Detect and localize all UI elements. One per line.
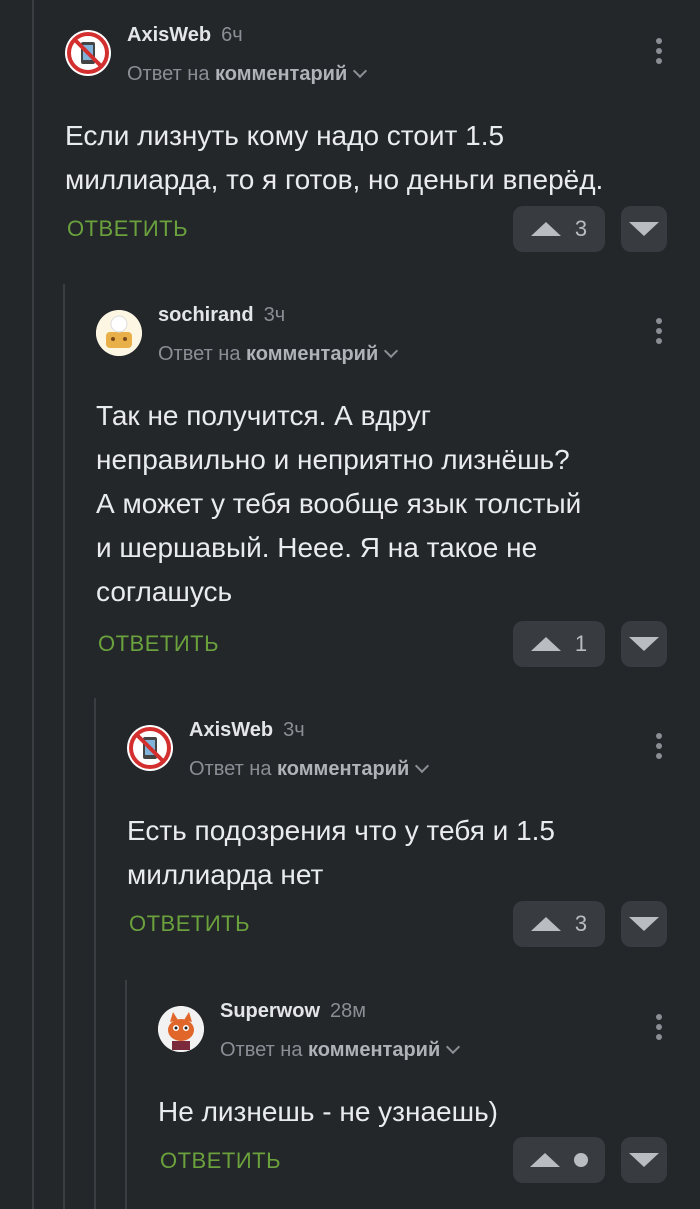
comment-time: 6ч <box>221 24 243 46</box>
reply-to-link[interactable]: Ответ на комментарий <box>158 343 399 366</box>
thread-line-level-0 <box>32 0 34 1209</box>
reply-to-link[interactable]: Ответ на комментарий <box>189 758 430 781</box>
chevron-down-icon <box>415 758 430 774</box>
reply-button[interactable]: ОТВЕТИТЬ <box>98 631 219 657</box>
arrow-up-icon <box>530 222 561 236</box>
thread-line-level-1 <box>63 284 65 1209</box>
comment-time: 3ч <box>283 719 305 741</box>
vote-score: 3 <box>574 911 588 936</box>
thread-line-level-2 <box>94 698 96 1209</box>
arrow-up-icon <box>530 917 561 931</box>
comment-time: 3ч <box>263 304 286 326</box>
username[interactable]: AxisWeb 6ч <box>127 24 243 47</box>
reply-button[interactable]: ОТВЕТИТЬ <box>67 216 188 242</box>
fox-avatar-icon[interactable] <box>158 1006 204 1052</box>
chevron-down-icon <box>384 343 399 359</box>
comment-time: 28м <box>330 1000 367 1022</box>
comment-text: Если лизнуть кому надо стоит 1.5 миллиар… <box>65 120 604 195</box>
chevron-down-icon <box>446 1039 461 1055</box>
arrow-down-icon <box>629 917 659 931</box>
reply-to-link[interactable]: Ответ на комментарий <box>127 63 368 86</box>
upvote-button[interactable]: 3 <box>513 901 605 947</box>
downvote-button[interactable] <box>621 901 667 947</box>
downvote-button[interactable] <box>621 206 667 252</box>
vote-score-hidden-dot <box>574 1153 588 1167</box>
no-phone-avatar-icon[interactable] <box>65 30 111 76</box>
upvote-button[interactable]: 1 <box>513 621 605 667</box>
reply-to-link[interactable]: Ответ на комментарий <box>220 1039 461 1062</box>
arrow-down-icon <box>629 1153 659 1167</box>
username[interactable]: sochirand 3ч <box>158 304 285 327</box>
chef-cookie-avatar-icon[interactable] <box>96 310 142 356</box>
downvote-button[interactable] <box>621 621 667 667</box>
comment-text: Не лизнешь - не узнаешь) <box>158 1096 498 1127</box>
comment-text: Есть подозрения что у тебя и 1.5 миллиар… <box>127 815 555 890</box>
thread-line-level-3 <box>125 980 127 1209</box>
more-menu-icon[interactable] <box>656 38 662 68</box>
arrow-up-icon <box>530 1153 560 1167</box>
upvote-button[interactable]: 3 <box>513 206 605 252</box>
vote-score: 3 <box>574 216 588 241</box>
reply-button[interactable]: ОТВЕТИТЬ <box>129 911 250 937</box>
comment-text: Так не получится. А вдруг неправильно и … <box>96 400 582 607</box>
downvote-button[interactable] <box>621 1137 667 1183</box>
upvote-button[interactable] <box>513 1137 605 1183</box>
username[interactable]: Superwow 28м <box>220 1000 366 1023</box>
no-phone-avatar-icon[interactable] <box>127 725 173 771</box>
vote-score: 1 <box>574 631 588 656</box>
arrow-up-icon <box>530 637 561 651</box>
chevron-down-icon <box>353 63 368 79</box>
more-menu-icon[interactable] <box>656 1014 662 1044</box>
more-menu-icon[interactable] <box>656 318 662 348</box>
arrow-down-icon <box>629 222 659 236</box>
reply-button[interactable]: ОТВЕТИТЬ <box>160 1148 281 1174</box>
more-menu-icon[interactable] <box>656 733 662 763</box>
arrow-down-icon <box>629 637 659 651</box>
username[interactable]: AxisWeb 3ч <box>189 719 305 742</box>
